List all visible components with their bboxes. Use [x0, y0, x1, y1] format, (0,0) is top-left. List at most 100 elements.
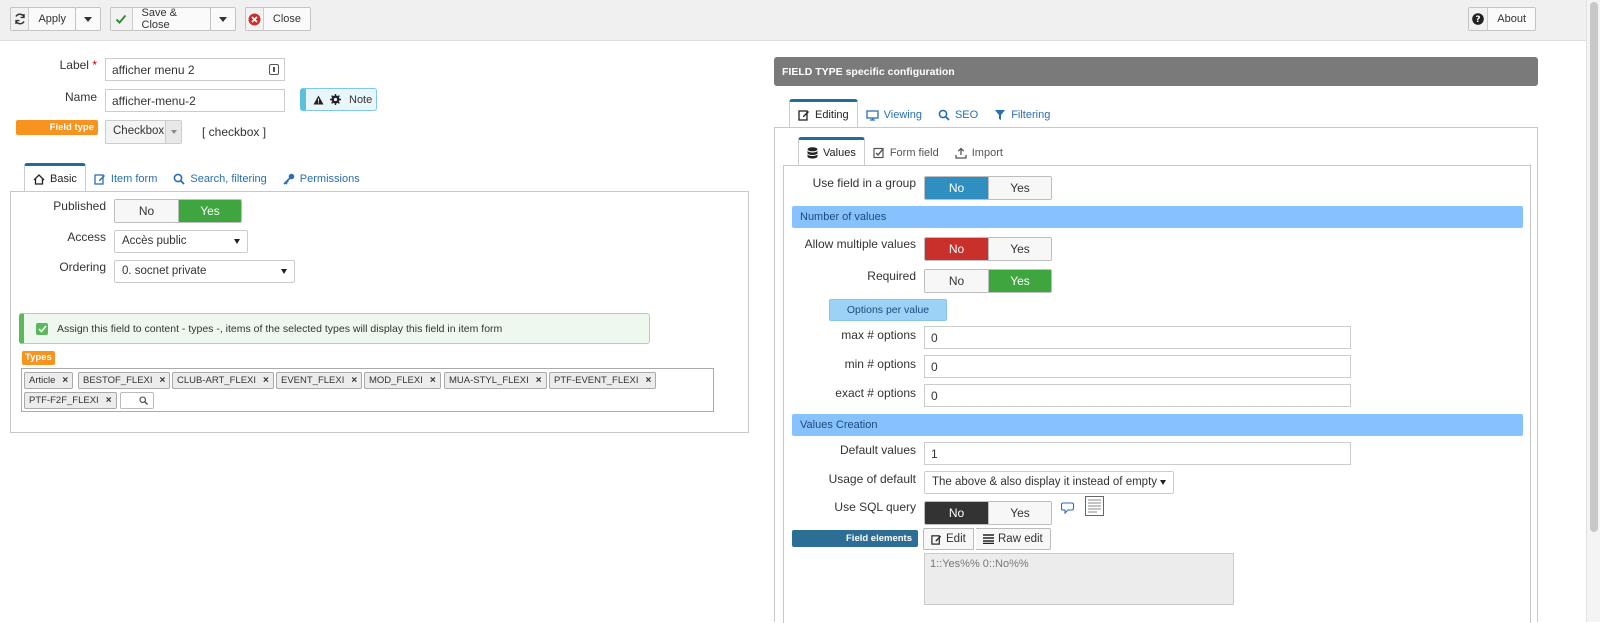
checkbox-icon	[873, 147, 885, 159]
edit-button[interactable]: Edit	[923, 528, 974, 550]
access-select[interactable]: Accès public	[114, 230, 248, 253]
gear-icon	[330, 94, 341, 105]
warning-icon	[313, 95, 324, 104]
tab-editing[interactable]: Editing	[789, 99, 858, 128]
subtab-form-field[interactable]: Form field	[865, 140, 947, 166]
caret-down-icon	[219, 16, 227, 22]
chat-icon[interactable]	[1061, 502, 1075, 514]
document-icon[interactable]	[1085, 496, 1104, 516]
page-scrollbar[interactable]	[1586, 0, 1600, 622]
required-yes[interactable]: Yes	[988, 270, 1051, 292]
tab-search-filtering[interactable]: Search, filtering	[165, 166, 274, 192]
caret-down-icon	[234, 239, 240, 244]
caret-down-icon	[1160, 480, 1166, 485]
type-chip[interactable]: EVENT_FLEXI ×	[276, 372, 363, 389]
edit-icon	[798, 109, 810, 121]
remove-icon[interactable]: ×	[106, 395, 112, 406]
remove-icon[interactable]: ×	[430, 375, 436, 386]
type-chip[interactable]: MOD_FLEXI ×	[364, 372, 441, 389]
toolbar: Apply Save & Close Close ? About	[0, 0, 1586, 41]
remove-icon[interactable]: ×	[263, 375, 269, 386]
min-options-label: min # options	[844, 357, 916, 371]
label-input-value: afficher menu 2	[112, 63, 195, 77]
allow-multiple-label: Allow multiple values	[804, 237, 916, 251]
use-group-label: Use field in a group	[812, 176, 916, 190]
subtab-import[interactable]: Import	[947, 140, 1011, 166]
label-input[interactable]: afficher menu 2	[105, 58, 285, 81]
use-sql-yes[interactable]: Yes	[988, 502, 1051, 524]
use-sql-toggle[interactable]: No Yes	[924, 501, 1052, 525]
allow-multiple-yes[interactable]: Yes	[988, 238, 1051, 260]
required-toggle[interactable]: No Yes	[924, 269, 1052, 293]
close-button[interactable]: Close	[245, 7, 311, 31]
left-tabs: Basic Item form Search, filtering Permis…	[24, 163, 368, 192]
tab-item-form[interactable]: Item form	[86, 166, 165, 192]
upload-icon	[955, 147, 967, 159]
min-options-input[interactable]: 0	[924, 355, 1351, 378]
type-chip[interactable]: MUA-STYL_FLEXI ×	[444, 372, 547, 389]
name-field-label: Name	[64, 90, 97, 104]
check-icon	[37, 324, 47, 333]
use-group-no[interactable]: No	[925, 177, 988, 199]
about-button[interactable]: ? About	[1468, 7, 1536, 31]
max-options-input[interactable]: 0	[924, 326, 1351, 349]
remove-icon[interactable]: ×	[351, 375, 357, 386]
edit-icon	[931, 534, 942, 545]
tab-viewing[interactable]: Viewing	[858, 102, 930, 128]
svg-text:?: ?	[1476, 15, 1481, 25]
apply-label: Apply	[38, 13, 66, 25]
tab-permissions[interactable]: Permissions	[275, 166, 368, 192]
translate-icon[interactable]	[269, 64, 279, 75]
remove-icon[interactable]: ×	[645, 375, 651, 386]
note-button[interactable]: Note	[300, 88, 377, 111]
apply-dropdown-button[interactable]	[75, 7, 101, 31]
field-elements-badge: Field elements	[792, 530, 918, 547]
required-no[interactable]: No	[925, 270, 988, 292]
use-group-toggle[interactable]: No Yes	[924, 176, 1052, 200]
use-sql-no[interactable]: No	[925, 502, 988, 524]
apply-button[interactable]: Apply	[10, 7, 76, 31]
remove-icon[interactable]: ×	[160, 375, 166, 386]
save-close-button[interactable]: Save & Close	[110, 7, 211, 31]
config-header: FIELD TYPE specific configuration	[774, 57, 1538, 86]
default-values-input[interactable]: 1	[924, 442, 1351, 465]
exact-options-input[interactable]: 0	[924, 384, 1351, 407]
types-badge: Types	[22, 351, 55, 365]
raw-edit-button[interactable]: Raw edit	[976, 528, 1051, 550]
published-yes[interactable]: Yes	[178, 200, 241, 222]
name-input[interactable]: afficher-menu-2	[105, 89, 285, 112]
list-icon	[983, 534, 994, 544]
subtab-values[interactable]: Values	[798, 137, 865, 166]
field-elements-textarea[interactable]: 1::Yes%% 0::No%%	[924, 553, 1234, 605]
ordering-select[interactable]: 0. socnet private	[114, 260, 295, 283]
usage-default-select[interactable]: The above & also display it instead of e…	[924, 471, 1174, 494]
remove-icon[interactable]: ×	[536, 375, 542, 386]
use-group-yes[interactable]: Yes	[988, 177, 1051, 199]
tab-basic[interactable]: Basic	[24, 163, 86, 192]
scrollbar-thumb[interactable]	[1590, 2, 1598, 532]
type-chip[interactable]: CLUB-ART_FLEXI ×	[172, 372, 274, 389]
right-subtabs: Values Form field Import	[798, 137, 1011, 166]
type-chip[interactable]: Article ×	[24, 372, 74, 389]
published-no[interactable]: No	[115, 200, 178, 222]
types-selector[interactable]: Article × BESTOF_FLEXI × CLUB-ART_FLEXI × E…	[21, 368, 714, 412]
key-icon	[283, 173, 295, 185]
database-icon	[807, 147, 818, 159]
types-search-input[interactable]	[120, 392, 154, 409]
allow-multiple-toggle[interactable]: No Yes	[924, 237, 1052, 261]
max-options-label: max # options	[841, 328, 916, 342]
label-field-label: Label *	[59, 58, 97, 72]
published-toggle[interactable]: No Yes	[114, 199, 242, 223]
allow-multiple-no[interactable]: No	[925, 238, 988, 260]
assign-checkbox[interactable]	[36, 322, 48, 335]
type-chip[interactable]: BESTOF_FLEXI ×	[78, 372, 171, 389]
type-chip[interactable]: PTF-F2F_FLEXI ×	[24, 392, 117, 409]
usage-default-label: Usage of default	[828, 472, 916, 486]
field-type-select[interactable]: Checkbox	[105, 120, 182, 144]
tab-filtering[interactable]: Filtering	[986, 102, 1058, 128]
tab-seo[interactable]: SEO	[930, 102, 986, 128]
save-dropdown-button[interactable]	[210, 7, 236, 31]
type-chip[interactable]: PTF-EVENT_FLEXI ×	[549, 372, 657, 389]
remove-icon[interactable]: ×	[62, 375, 68, 386]
basic-panel: Published No Yes Access Accès public Ord…	[10, 191, 749, 433]
